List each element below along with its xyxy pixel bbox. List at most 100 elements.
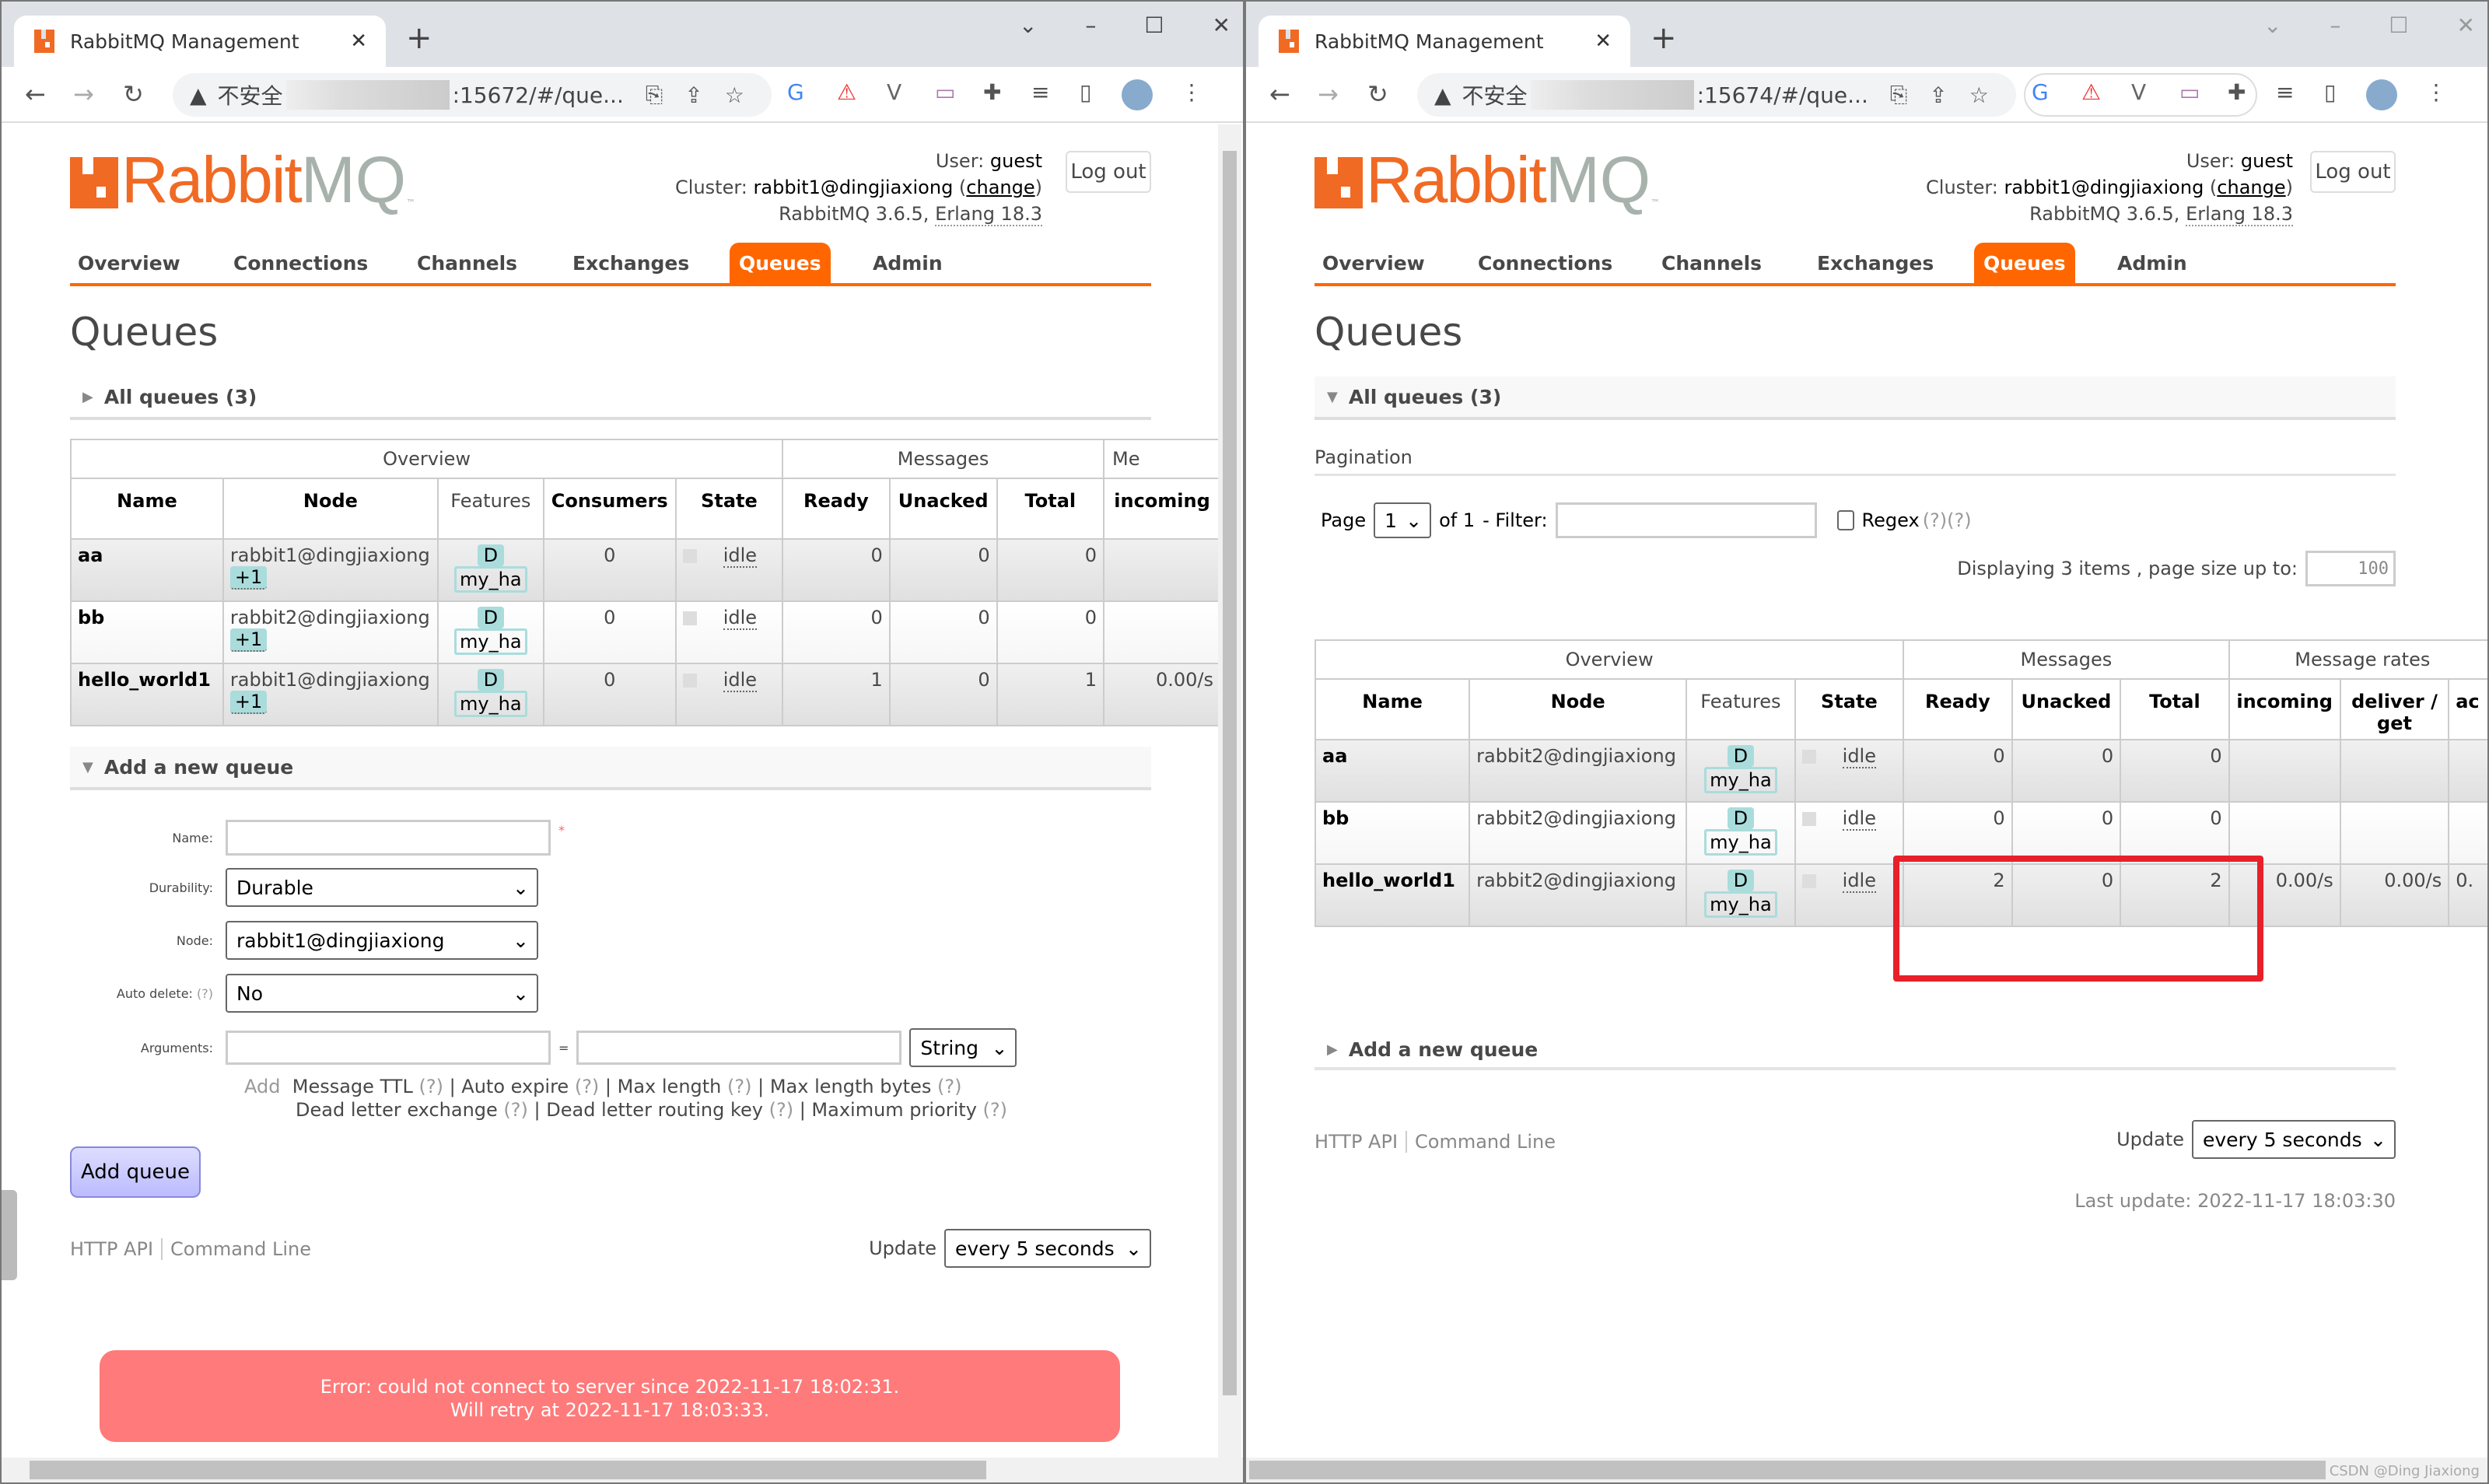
policy-badge[interactable]: my_ha	[1704, 891, 1777, 918]
nav-queues[interactable]: Queues	[730, 243, 831, 286]
arg-max-length-bytes-link[interactable]: Max length bytes	[770, 1076, 932, 1097]
forward-icon[interactable]: →	[73, 79, 94, 109]
logout-button[interactable]: Log out	[2310, 151, 2396, 193]
nav-channels[interactable]: Channels	[417, 252, 517, 275]
scrollbar-thumb[interactable]	[1223, 151, 1237, 1395]
col-consumers[interactable]: Consumers	[542, 478, 677, 540]
policy-badge[interactable]: my_ha	[1704, 767, 1777, 793]
nav-admin[interactable]: Admin	[2117, 252, 2187, 275]
regex-help-link[interactable]: (?)(?)	[1923, 509, 1972, 531]
col-state[interactable]: State	[1794, 678, 1905, 740]
folder-ext-icon[interactable]: ▭	[935, 79, 955, 105]
col-incoming[interactable]: incoming	[1103, 478, 1221, 540]
sitemap-ext-icon[interactable]: ⚠	[2081, 79, 2101, 105]
menu-kebab-icon[interactable]: ⋮	[1181, 79, 1202, 105]
bookmark-star-icon[interactable]: ☆	[1969, 82, 1989, 108]
all-queues-toggle[interactable]: ▶ All queues (3)	[70, 376, 1151, 420]
extensions-icon[interactable]: ✚	[2228, 79, 2246, 105]
horizontal-scrollbar[interactable]	[1246, 1458, 2487, 1482]
regex-checkbox[interactable]	[1836, 510, 1854, 530]
table-row[interactable]: hello_world1 rabbit1@dingjiaxiong +1 Dmy_…	[70, 663, 1221, 726]
col-ready[interactable]: Ready	[1903, 678, 2013, 740]
queue-name-link[interactable]: hello_world1	[1314, 863, 1471, 927]
queue-name-input[interactable]	[226, 820, 551, 856]
nav-admin[interactable]: Admin	[873, 252, 943, 275]
nav-exchanges[interactable]: Exchanges	[572, 252, 689, 275]
add-queue-toggle[interactable]: ▶ Add a new queue	[1315, 1031, 2396, 1070]
col-unacked[interactable]: Unacked	[2011, 678, 2122, 740]
side-grip[interactable]	[2, 1190, 17, 1280]
col-node[interactable]: Node	[222, 478, 439, 540]
new-tab-icon[interactable]: +	[406, 20, 432, 56]
side-panel-icon[interactable]: ▯	[1080, 79, 1091, 105]
durability-select[interactable]: Durable ⌄	[226, 868, 538, 907]
sitemap-ext-icon[interactable]: ⚠	[837, 79, 856, 105]
vue-ext-icon[interactable]: V	[2131, 79, 2146, 105]
browser-tab[interactable]: RabbitMQ Management ✕	[14, 16, 386, 67]
policy-badge[interactable]: my_ha	[454, 628, 527, 655]
url-bar[interactable]: ▲ 不安全 :15674/#/que... ⎘ ⇪ ☆	[1417, 73, 2016, 117]
vertical-scrollbar[interactable]	[1218, 124, 1241, 1458]
nav-overview[interactable]: Overview	[1322, 252, 1425, 275]
close-window-icon[interactable]: ✕	[2457, 12, 2475, 38]
close-window-icon[interactable]: ✕	[1213, 12, 1230, 38]
table-row[interactable]: aa rabbit2@dingjiaxiong Dmy_ha idle 0 0 …	[1314, 739, 2487, 803]
change-cluster-link[interactable]: change	[966, 177, 1034, 198]
auto-delete-select[interactable]: No ⌄	[226, 974, 538, 1013]
queue-name-link[interactable]: hello_world1	[70, 663, 224, 726]
table-row[interactable]: bb rabbit2@dingjiaxiong +1 Dmy_ha 0 idle …	[70, 600, 1221, 664]
minimize-icon[interactable]: –	[1085, 12, 1096, 38]
share-icon[interactable]: ⇪	[1929, 82, 1947, 108]
col-ready[interactable]: Ready	[782, 478, 891, 540]
update-interval-select[interactable]: every 5 seconds ⌄	[2192, 1120, 2396, 1159]
scrollbar-thumb[interactable]	[30, 1461, 986, 1479]
policy-badge[interactable]: my_ha	[454, 691, 527, 717]
nav-overview[interactable]: Overview	[78, 252, 180, 275]
col-deliver-get[interactable]: deliver / get	[2339, 678, 2450, 740]
col-node[interactable]: Node	[1469, 678, 1688, 740]
reload-icon[interactable]: ↻	[1367, 79, 1388, 109]
maximize-icon[interactable]: ☐	[2389, 12, 2408, 38]
queue-name-link[interactable]: aa	[70, 538, 224, 602]
nav-channels[interactable]: Channels	[1661, 252, 1762, 275]
translate-icon[interactable]: ⎘	[1890, 82, 1907, 108]
col-incoming[interactable]: incoming	[2228, 678, 2341, 740]
table-row[interactable]: bb rabbit2@dingjiaxiong Dmy_ha idle 0 0 …	[1314, 801, 2487, 865]
tab-search-icon[interactable]: ⌄	[2263, 12, 2281, 38]
col-ack[interactable]: ac	[2448, 678, 2487, 740]
back-icon[interactable]: ←	[1269, 79, 1290, 109]
close-tab-icon[interactable]: ✕	[1595, 30, 1612, 53]
nav-connections[interactable]: Connections	[1478, 252, 1612, 275]
col-unacked[interactable]: Unacked	[888, 478, 998, 540]
bookmark-star-icon[interactable]: ☆	[725, 82, 744, 108]
arg-max-length-link[interactable]: Max length	[618, 1076, 722, 1097]
http-api-link[interactable]: HTTP API	[1315, 1131, 1408, 1153]
update-interval-select[interactable]: every 5 seconds ⌄	[944, 1229, 1151, 1268]
arg-message-ttl-link[interactable]: Message TTL	[292, 1076, 413, 1097]
extensions-icon[interactable]: ✚	[983, 79, 1001, 105]
queue-name-link[interactable]: aa	[1314, 739, 1471, 803]
col-total[interactable]: Total	[2120, 678, 2230, 740]
page-size-input[interactable]	[2305, 551, 2396, 586]
argument-key-input[interactable]	[226, 1031, 551, 1065]
translate-icon[interactable]: ⎘	[646, 82, 663, 108]
command-line-link[interactable]: Command Line	[1407, 1131, 1563, 1153]
maximize-icon[interactable]: ☐	[1144, 12, 1164, 38]
table-row[interactable]: aa rabbit1@dingjiaxiong +1 Dmy_ha 0 idle …	[70, 538, 1221, 602]
filter-input[interactable]	[1555, 502, 1817, 538]
side-panel-icon[interactable]: ▯	[2324, 79, 2336, 105]
node-select[interactable]: rabbit1@dingjiaxiong ⌄	[226, 921, 538, 960]
queue-name-link[interactable]: bb	[1314, 801, 1471, 865]
all-queues-toggle[interactable]: ▼ All queues (3)	[1315, 376, 2396, 420]
menu-kebab-icon[interactable]: ⋮	[2425, 79, 2447, 105]
logout-button[interactable]: Log out	[1066, 151, 1151, 193]
forward-icon[interactable]: →	[1318, 79, 1339, 109]
browser-tab[interactable]: RabbitMQ Management ✕	[1259, 16, 1630, 67]
page-select[interactable]: 1 ⌄	[1374, 502, 1432, 538]
google-translate-ext-icon[interactable]: G	[2032, 79, 2049, 105]
vue-ext-icon[interactable]: V	[887, 79, 901, 105]
back-icon[interactable]: ←	[25, 79, 46, 109]
add-queue-button[interactable]: Add queue	[70, 1146, 201, 1198]
col-name[interactable]: Name	[1314, 678, 1471, 740]
arg-dead-letter-exchange-link[interactable]: Dead letter exchange	[296, 1099, 498, 1121]
